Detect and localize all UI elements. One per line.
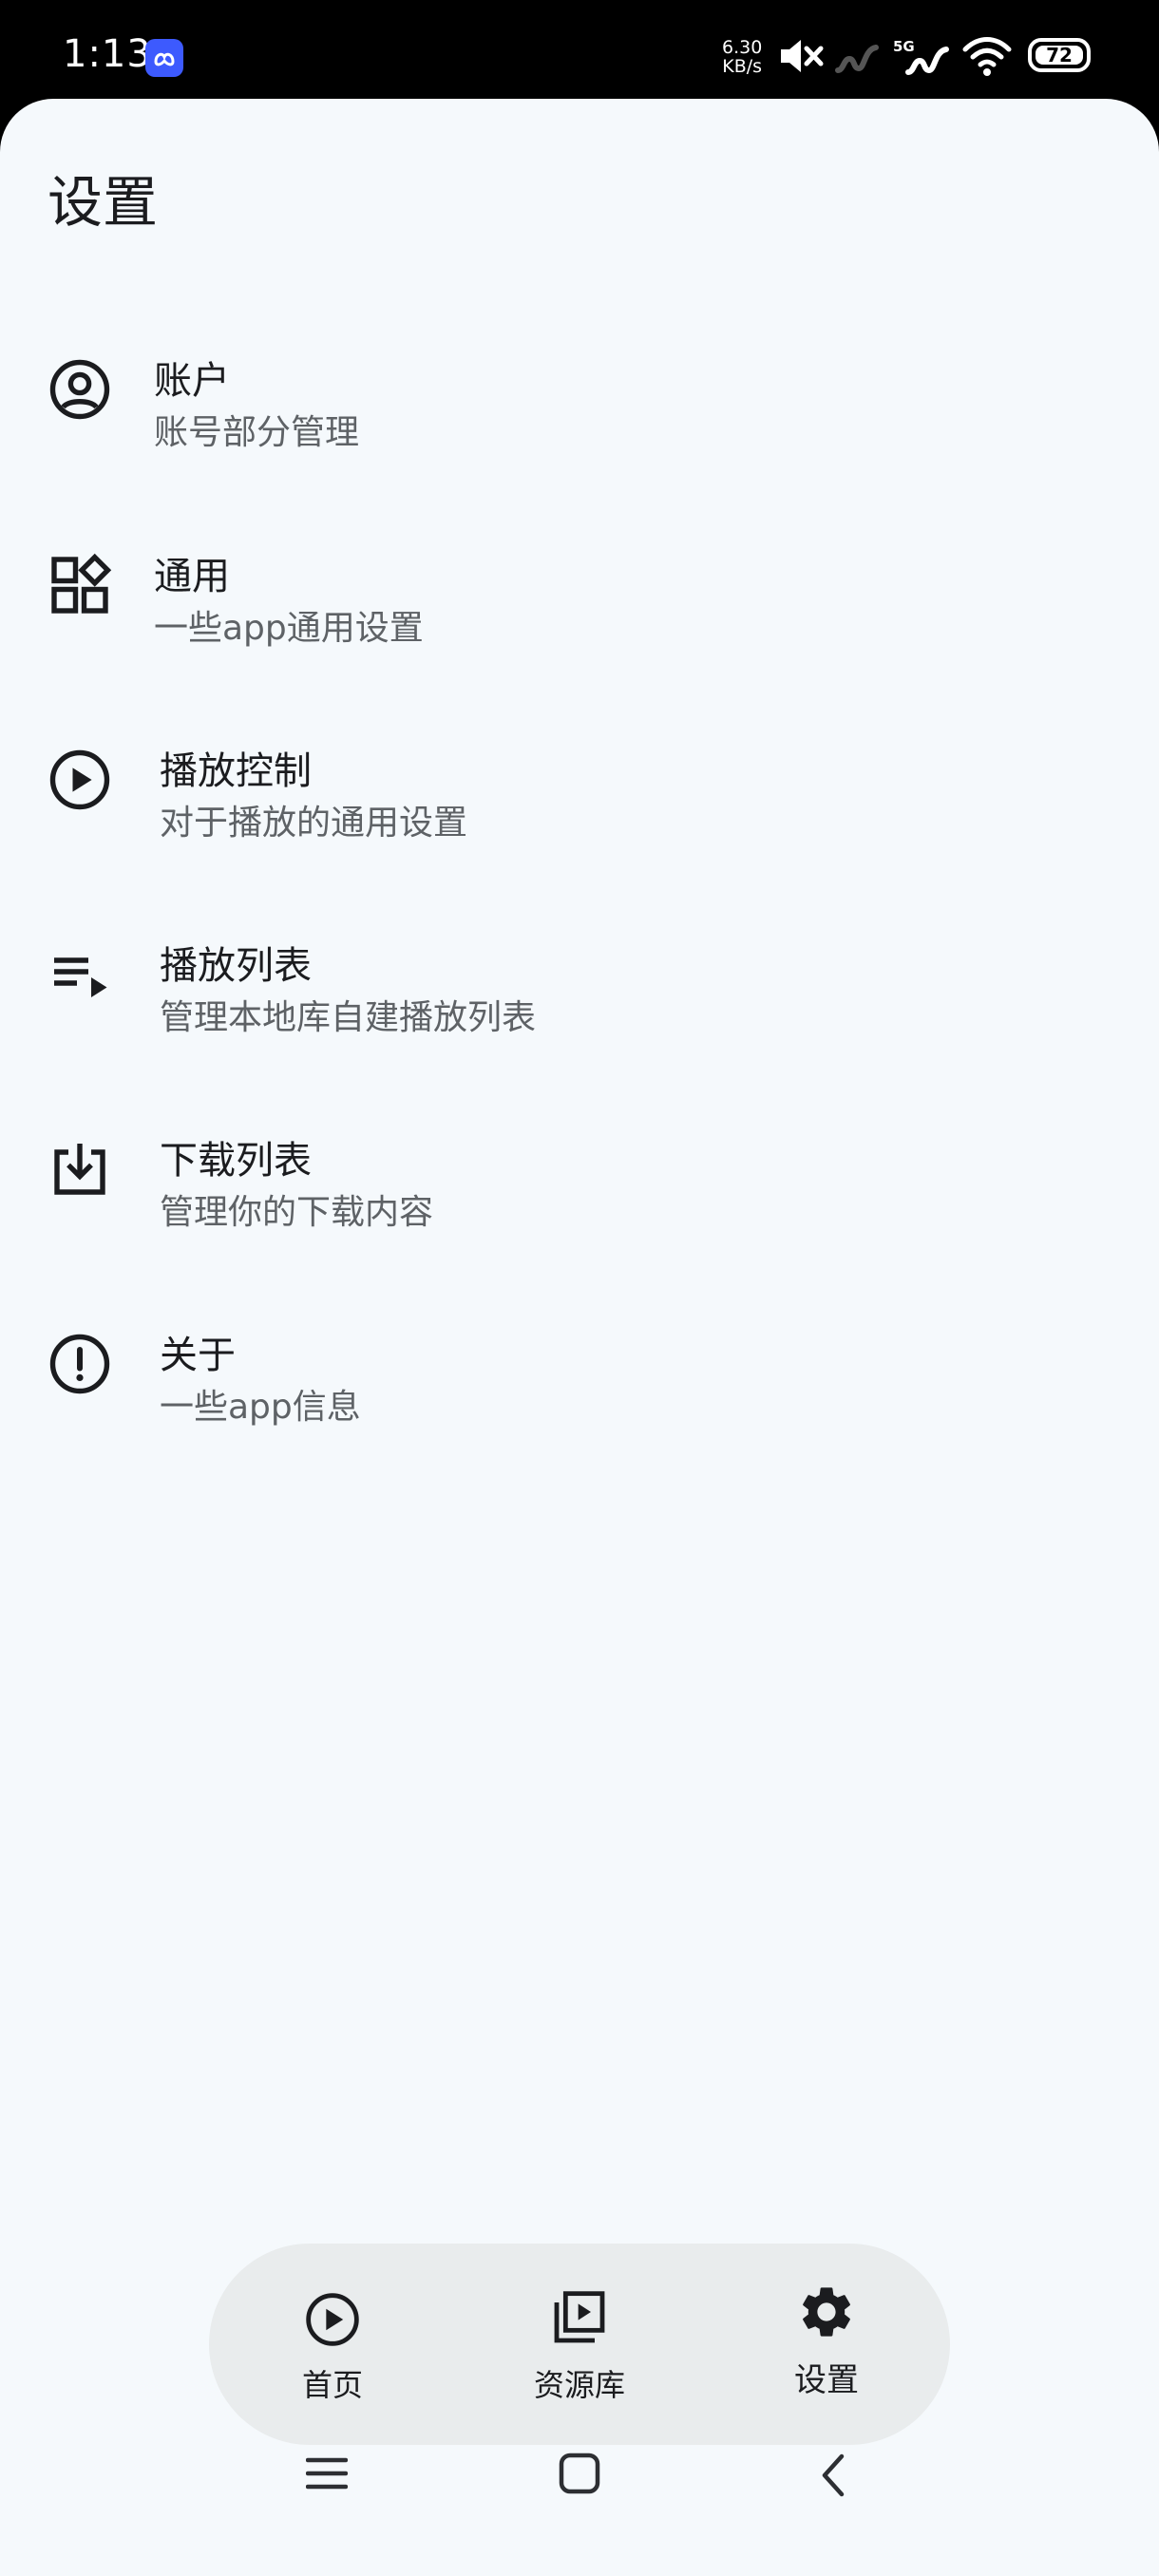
settings-item-playback-control[interactable]: 播放控制 对于播放的通用设置: [0, 702, 1159, 863]
settings-item-general[interactable]: 通用 一些app通用设置: [0, 507, 1159, 669]
settings-screen: 设置 账户 账号部分管理 通用 一些app通用设置 播放控制 对于播放的通用设置: [0, 99, 1159, 2576]
playlist-play-icon: [54, 957, 107, 997]
nav-settings-label: 设置: [794, 2361, 859, 2399]
system-navigation-bar: [0, 2403, 1159, 2576]
network-speed: 6.30 KB/s: [722, 38, 762, 76]
settings-item-subtitle: 管理本地库自建播放列表: [160, 998, 537, 1037]
battery-icon: 72: [1028, 38, 1091, 72]
settings-item-title: 通用: [154, 555, 230, 598]
video-library-icon: [554, 2291, 605, 2343]
settings-item-about[interactable]: 关于 一些app信息: [0, 1286, 1159, 1448]
settings-item-subtitle: 管理你的下载内容: [160, 1193, 434, 1232]
recent-apps-icon[interactable]: [306, 2453, 348, 2494]
play-circle-icon: [49, 749, 110, 810]
settings-item-subtitle: 一些app信息: [160, 1388, 361, 1427]
settings-item-account[interactable]: 账户 账号部分管理: [0, 312, 1159, 473]
settings-item-title: 账户: [154, 359, 230, 403]
gear-icon: [803, 2287, 850, 2337]
home-icon[interactable]: [559, 2453, 600, 2494]
status-bar: 1:13 6.30 KB/s 5G 72: [0, 0, 1159, 104]
settings-item-downloads[interactable]: 下载列表 管理你的下载内容: [0, 1091, 1159, 1253]
wifi-icon: [962, 37, 1012, 76]
nav-home-label: 首页: [301, 2367, 363, 2403]
network-speed-unit: KB/s: [722, 56, 763, 77]
app-notification-icon: [145, 39, 183, 77]
signal-sim2-icon: [905, 47, 949, 75]
back-icon[interactable]: [815, 2453, 853, 2498]
mute-icon: [781, 40, 824, 72]
settings-item-subtitle: 账号部分管理: [154, 413, 360, 452]
widgets-icon: [51, 553, 112, 614]
signal-sim1-icon: [835, 45, 879, 73]
settings-item-playlist[interactable]: 播放列表 管理本地库自建播放列表: [0, 897, 1159, 1058]
account-circle-icon: [49, 359, 110, 420]
network-speed-value: 6.30: [722, 37, 763, 58]
settings-item-subtitle: 一些app通用设置: [154, 609, 424, 648]
page-title: 设置: [48, 170, 159, 235]
settings-item-title: 播放控制: [160, 749, 312, 793]
play-circle-icon: [306, 2293, 359, 2346]
settings-item-title: 播放列表: [160, 944, 312, 988]
info-outline-icon: [49, 1334, 110, 1394]
nav-library-label: 资源库: [533, 2367, 625, 2403]
settings-item-title: 关于: [160, 1334, 236, 1377]
battery-level: 72: [1046, 44, 1073, 66]
settings-item-subtitle: 对于播放的通用设置: [160, 804, 468, 843]
download-box-icon: [54, 1144, 105, 1195]
settings-item-title: 下载列表: [160, 1139, 312, 1183]
status-time: 1:13: [63, 32, 152, 76]
